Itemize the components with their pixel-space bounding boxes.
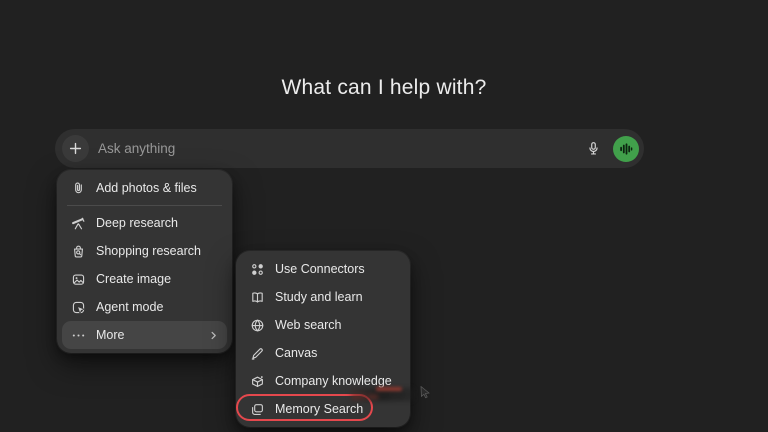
submenu-item-label: Web search bbox=[275, 318, 342, 332]
menu-item-label: Deep research bbox=[96, 216, 178, 230]
submenu-item-label: Canvas bbox=[275, 346, 318, 360]
create-image-icon bbox=[70, 271, 86, 287]
pencil-icon bbox=[249, 345, 265, 361]
memory-cards-icon bbox=[249, 401, 265, 417]
menu-item-label: Agent mode bbox=[96, 300, 164, 314]
submenu-item-label: Company knowledge bbox=[275, 374, 392, 388]
paperclip-icon bbox=[70, 180, 86, 196]
menu-item-create-image[interactable]: Create image bbox=[62, 265, 227, 293]
telescope-icon bbox=[70, 215, 86, 231]
attach-menu: Add photos & files Deep research Shoppin… bbox=[57, 170, 232, 353]
submenu-item-label: Use Connectors bbox=[275, 262, 365, 276]
connectors-icon bbox=[249, 261, 265, 277]
submenu-item-use-connectors[interactable]: Use Connectors bbox=[241, 255, 405, 283]
shopping-research-icon bbox=[70, 243, 86, 259]
menu-item-deep-research[interactable]: Deep research bbox=[62, 209, 227, 237]
globe-icon bbox=[249, 317, 265, 333]
mouse-cursor bbox=[420, 386, 432, 399]
dictate-button[interactable] bbox=[581, 136, 606, 161]
submenu-item-label: Study and learn bbox=[275, 290, 363, 304]
menu-item-label: Shopping research bbox=[96, 244, 201, 258]
plus-icon bbox=[68, 141, 83, 156]
company-knowledge-icon bbox=[249, 373, 265, 389]
submenu-item-canvas[interactable]: Canvas bbox=[241, 339, 405, 367]
menu-item-label: More bbox=[96, 328, 125, 342]
menu-item-label: Create image bbox=[96, 272, 172, 286]
menu-divider bbox=[67, 205, 222, 206]
submenu-item-web-search[interactable]: Web search bbox=[241, 311, 405, 339]
voice-mode-button[interactable] bbox=[613, 135, 639, 162]
composer-placeholder[interactable]: Ask anything bbox=[98, 129, 175, 168]
submenu-item-label: Memory Search bbox=[275, 402, 364, 416]
microphone-icon bbox=[586, 141, 601, 156]
more-submenu: Use Connectors Study and learn Web searc… bbox=[236, 251, 410, 427]
submenu-item-company-knowledge[interactable]: Company knowledge bbox=[241, 367, 405, 395]
chatgpt-window: What can I help with? Ask anything Add p… bbox=[0, 0, 768, 432]
attach-plus-button[interactable] bbox=[62, 135, 89, 162]
chevron-right-icon bbox=[208, 330, 219, 341]
menu-item-more[interactable]: More bbox=[62, 321, 227, 349]
submenu-item-memory-search[interactable]: Memory Search bbox=[241, 395, 405, 423]
composer-input-bar[interactable]: Ask anything bbox=[55, 129, 644, 168]
open-book-icon bbox=[249, 289, 265, 305]
menu-item-add-photos-files[interactable]: Add photos & files bbox=[62, 174, 227, 202]
submenu-item-study-and-learn[interactable]: Study and learn bbox=[241, 283, 405, 311]
page-title: What can I help with? bbox=[281, 76, 487, 99]
agent-mode-icon bbox=[70, 299, 86, 315]
menu-item-agent-mode[interactable]: Agent mode bbox=[62, 293, 227, 321]
menu-item-label: Add photos & files bbox=[96, 181, 197, 195]
menu-item-shopping-research[interactable]: Shopping research bbox=[62, 237, 227, 265]
voice-waveform-icon bbox=[618, 141, 634, 157]
ellipsis-icon bbox=[70, 327, 86, 343]
